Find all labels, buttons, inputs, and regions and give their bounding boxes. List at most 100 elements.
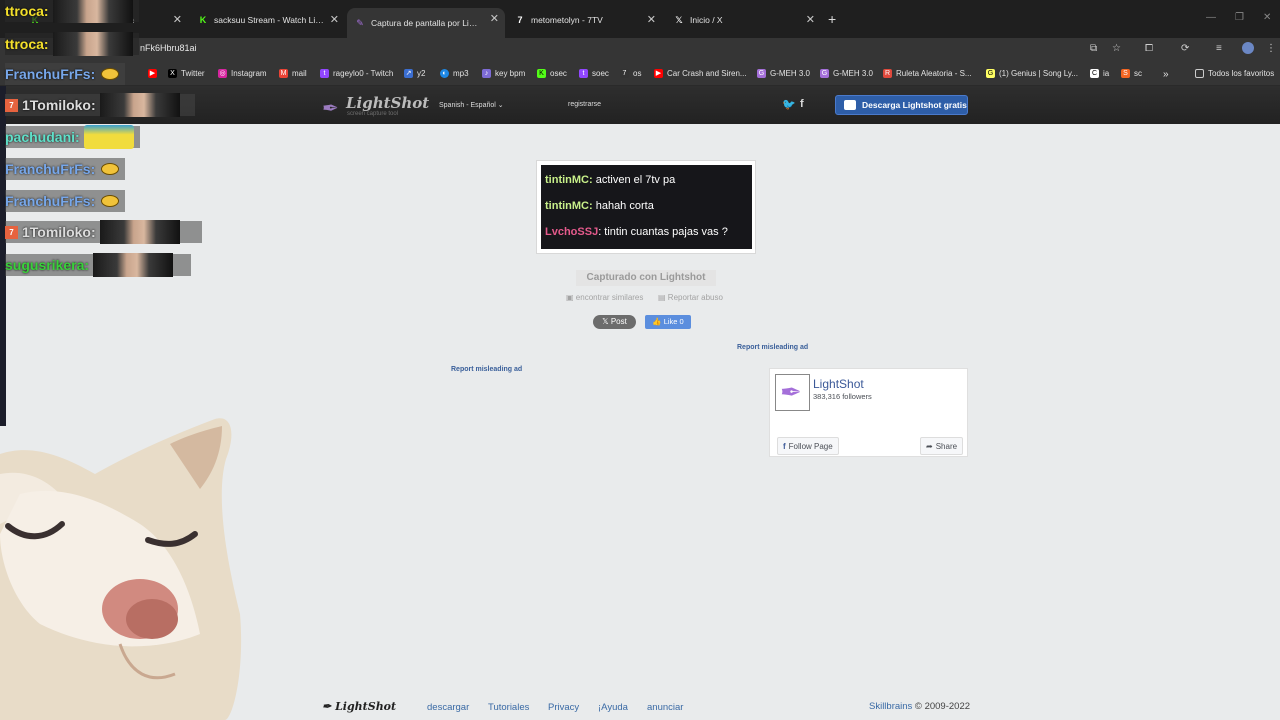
footer-link-download[interactable]: descargar [427,702,469,713]
instagram-icon: ◎ [218,69,227,78]
kick-icon: K [199,15,207,25]
like-label: Like 0 [663,317,684,326]
window-close-icon[interactable]: ✕ [1263,12,1271,23]
like-button[interactable]: 👍 Like 0 [645,315,691,329]
share-icon: ➦ [926,441,933,451]
7tv-badge-icon: 7 [5,98,18,112]
more-bookmarks-button[interactable]: » [1163,69,1169,80]
close-icon[interactable]: ✕ [647,13,656,26]
post-label: Post [610,317,627,326]
bookmark-label: Ruleta Aleatoria - S... [896,69,972,78]
tab-7tv[interactable]: 7 metometolyn - 7TV ✕ [507,8,662,32]
close-icon[interactable]: ✕ [490,12,499,25]
chat-text: hahah corta [592,200,654,212]
bookmark-item[interactable]: 7 os [620,69,641,78]
tab-title: metometolyn - 7TV [531,15,603,25]
gmail-icon: M [279,69,288,78]
lightshot-logo[interactable]: ✒ LightShot screen capture tool [320,94,429,120]
copyright: Skillbrains © 2009-2022 [869,701,970,712]
report-ad-link[interactable]: Report misleading ad [737,344,808,351]
bookmark-item[interactable]: X Twitter [168,69,205,78]
all-bookmarks-button[interactable]: Todos los favoritos [1195,69,1274,78]
bookmark-item[interactable]: ◐ mp3 [440,69,469,78]
skillbrains-link[interactable]: Skillbrains [869,701,912,712]
kick-icon: K [537,69,546,78]
bookmark-item[interactable]: ♪ key bpm [482,69,525,78]
overlay-chat-line: sugusrikera: [5,253,191,277]
bookmark-icon: G [757,69,766,78]
menu-icon[interactable]: ⋮ [1266,43,1276,54]
tab-kick-sacksuu[interactable]: K sacksuu Stream - Watch Live on ✕ [190,8,345,32]
register-link[interactable]: registrarse [568,101,601,108]
avatar[interactable] [1242,42,1254,54]
footer-link-help[interactable]: ¡Ayuda [598,702,628,713]
chat-text: activen el 7tv pa [592,174,676,186]
feather-icon: ✒ [322,700,332,713]
bookmarks-bar: ▶ X Twitter ◎ Instagram Mmail t rageylo0 - … [0,62,1280,86]
bookmark-icon: R [883,69,892,78]
chevron-down-icon: ⌄ [497,102,504,109]
new-tab-icon[interactable]: + [828,11,836,27]
footer-link-privacy[interactable]: Privacy [548,702,579,713]
report-abuse-link[interactable]: ▤ Reportar abuso [658,293,723,302]
lightshot-icon: ✎ [356,17,364,28]
profile-sync-icon[interactable]: ⟳ [1181,43,1189,54]
star-icon[interactable]: ☆ [1112,43,1121,54]
bookmark-item[interactable]: ↗ y2 [404,69,425,78]
report-ad-link[interactable]: Report misleading ad [451,366,522,373]
all-bookmarks-label: Todos los favoritos [1208,69,1275,78]
bookmark-item[interactable]: t soec [579,69,609,78]
captured-screenshot[interactable]: tintinMC: activen el 7tv pa tintinMC: ha… [536,160,756,254]
restore-icon[interactable]: ❐ [1235,12,1244,23]
bookmark-item[interactable]: ▶ Car Crash and Siren... [654,69,747,78]
bookmark-label: Instagram [231,69,267,78]
bookmark-item[interactable]: Cia [1090,69,1109,78]
facebook-icon: f [783,441,786,451]
bookmark-icon: ◐ [440,69,449,78]
follow-page-button[interactable]: f Follow Page [777,437,839,455]
chatter-name: pachudani: [5,129,80,145]
download-button[interactable]: Descarga Lightshot gratis [835,95,968,115]
post-button[interactable]: 𝕏 Post [593,315,636,329]
twitch-icon: t [320,69,329,78]
lightshot-thumbnail[interactable]: ✒ [775,374,810,411]
bookmark-item[interactable]: G G-MEH 3.0 [820,69,873,78]
tab-x[interactable]: 𝕏 Inicio / X ✕ [666,8,821,32]
emote-image [52,0,133,23]
bookmark-item[interactable]: Mmail [279,69,307,78]
reading-list-icon[interactable]: ≡ [1216,43,1222,54]
feather-icon: ✒ [780,377,802,407]
close-icon[interactable]: ✕ [173,13,182,26]
bookmark-item[interactable]: G (1) Genius | Song Ly... [986,69,1078,78]
find-similar-link[interactable]: ▣ encontrar similares [566,293,643,302]
footer-link-advertise[interactable]: anunciar [647,702,683,713]
bookmark-item[interactable]: G G-MEH 3.0 [757,69,810,78]
language-select[interactable]: Spanish - Español ⌄ [439,101,504,109]
7tv-badge-icon: 7 [5,225,18,239]
twitter-icon[interactable]: 🐦 [782,98,796,111]
close-icon[interactable]: ✕ [330,13,339,26]
url-text[interactable]: nFk6Hbru81ai [140,43,197,53]
bookmark-item[interactable]: Ssc [1121,69,1142,78]
chatter-name: FranchuFrFs: [5,66,96,82]
bookmark-label: (1) Genius | Song Ly... [999,69,1079,78]
facebook-icon[interactable]: f [800,98,804,110]
fb-page-name[interactable]: LightShot [813,377,864,391]
share-button[interactable]: ➦ Share [920,437,964,455]
tab-lightshot[interactable]: ✎ Captura de pantalla por Lightsh ✕ [347,8,505,38]
bookmark-item[interactable]: Kosec [537,69,567,78]
minimize-icon[interactable]: — [1206,12,1216,23]
bookmark-item[interactable]: t rageylo0 - Twitch [320,69,393,78]
close-icon[interactable]: ✕ [806,13,815,26]
footer-link-tutorials[interactable]: Tutoriales [488,702,529,713]
bookmark-youtube[interactable]: ▶ [148,69,161,78]
footer-logo[interactable]: ✒ LightShot [322,700,396,713]
twitch-icon: t [579,69,588,78]
chat-text: tintin cuantas pajas vas ? [601,226,728,238]
bookmark-item[interactable]: ◎ Instagram [218,69,267,78]
extensions-icon[interactable]: ⧠ [1145,43,1153,54]
bookmark-item[interactable]: R Ruleta Aleatoria - S... [883,69,972,78]
chatter-name: FranchuFrFs: [5,161,96,177]
cast-icon[interactable]: ⧉ [1090,43,1097,54]
bookmark-icon: ♪ [482,69,491,78]
